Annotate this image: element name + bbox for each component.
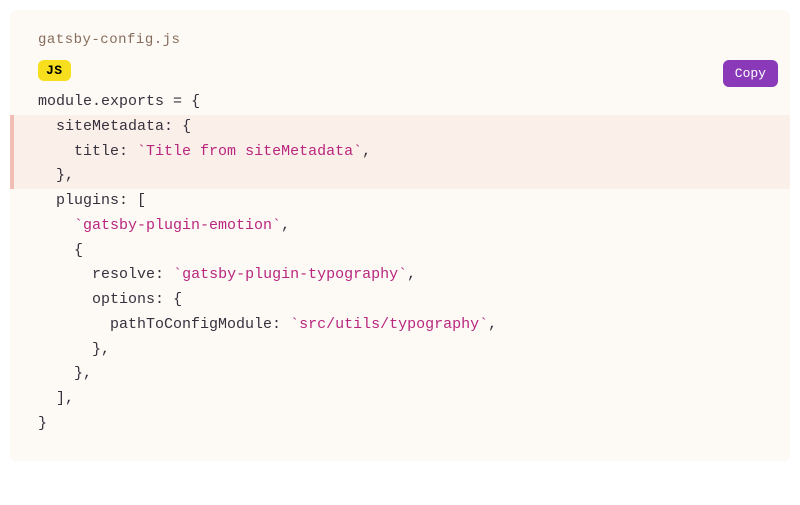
code-line: plugins: [ xyxy=(10,189,790,214)
code-token: , xyxy=(101,341,110,358)
filename-label: gatsby-config.js xyxy=(10,10,790,66)
code-line: } xyxy=(10,412,790,437)
code-token: , xyxy=(362,143,371,160)
code-line: title: `Title from siteMetadata`, xyxy=(10,140,790,165)
code-token xyxy=(281,316,290,333)
code-token xyxy=(38,167,56,184)
code-token xyxy=(182,93,191,110)
code-token: : xyxy=(119,192,128,209)
code-token xyxy=(173,118,182,135)
code-token: , xyxy=(281,217,290,234)
code-token xyxy=(38,390,56,407)
code-line: pathToConfigModule: `src/utils/typograph… xyxy=(10,313,790,338)
code-token: , xyxy=(407,266,416,283)
code-line: ], xyxy=(10,387,790,412)
code-token: , xyxy=(65,167,74,184)
code-token: , xyxy=(488,316,497,333)
code-token: : xyxy=(155,266,164,283)
code-token xyxy=(38,365,74,382)
code-token xyxy=(164,291,173,308)
code-token: siteMetadata xyxy=(38,118,164,135)
code-token: plugins xyxy=(38,192,119,209)
code-token: } xyxy=(38,415,47,432)
code-line: options: { xyxy=(10,288,790,313)
code-token: , xyxy=(83,365,92,382)
code-line: module.exports = { xyxy=(10,90,790,115)
code-token: : xyxy=(164,118,173,135)
code-token: . xyxy=(92,93,101,110)
code-token: module xyxy=(38,93,92,110)
code-token: { xyxy=(182,118,191,135)
code-token xyxy=(38,341,92,358)
code-token: ] xyxy=(56,390,65,407)
code-line: }, xyxy=(10,338,790,363)
code-token: title xyxy=(38,143,119,160)
code-line: siteMetadata: { xyxy=(10,115,790,140)
code-token xyxy=(38,242,74,259)
code-content: module.exports = { siteMetadata: { title… xyxy=(10,66,790,461)
code-token xyxy=(38,217,74,234)
code-token: resolve xyxy=(38,266,155,283)
code-token: : xyxy=(155,291,164,308)
code-token: : xyxy=(119,143,128,160)
code-token: } xyxy=(56,167,65,184)
code-token: { xyxy=(74,242,83,259)
code-token: , xyxy=(65,390,74,407)
code-token: } xyxy=(92,341,101,358)
code-line: }, xyxy=(10,164,790,189)
code-token: exports xyxy=(101,93,173,110)
code-token: `Title from siteMetadata` xyxy=(137,143,362,160)
code-token xyxy=(164,266,173,283)
code-block-container: gatsby-config.js JS Copy module.exports … xyxy=(10,10,790,461)
code-token: pathToConfigModule xyxy=(38,316,272,333)
code-line: { xyxy=(10,239,790,264)
code-token: [ xyxy=(137,192,146,209)
code-token: } xyxy=(74,365,83,382)
code-line: }, xyxy=(10,362,790,387)
code-token xyxy=(128,192,137,209)
code-token: `gatsby-plugin-emotion` xyxy=(74,217,281,234)
code-token: `src/utils/typography` xyxy=(290,316,488,333)
code-token xyxy=(128,143,137,160)
code-token: options xyxy=(38,291,155,308)
code-token: `gatsby-plugin-typography` xyxy=(173,266,407,283)
code-token: = xyxy=(173,93,182,110)
code-line: `gatsby-plugin-emotion`, xyxy=(10,214,790,239)
code-token: : xyxy=(272,316,281,333)
code-line: resolve: `gatsby-plugin-typography`, xyxy=(10,263,790,288)
code-token: { xyxy=(191,93,200,110)
language-badge: JS xyxy=(38,60,71,81)
code-token: { xyxy=(173,291,182,308)
copy-button[interactable]: Copy xyxy=(723,60,778,87)
